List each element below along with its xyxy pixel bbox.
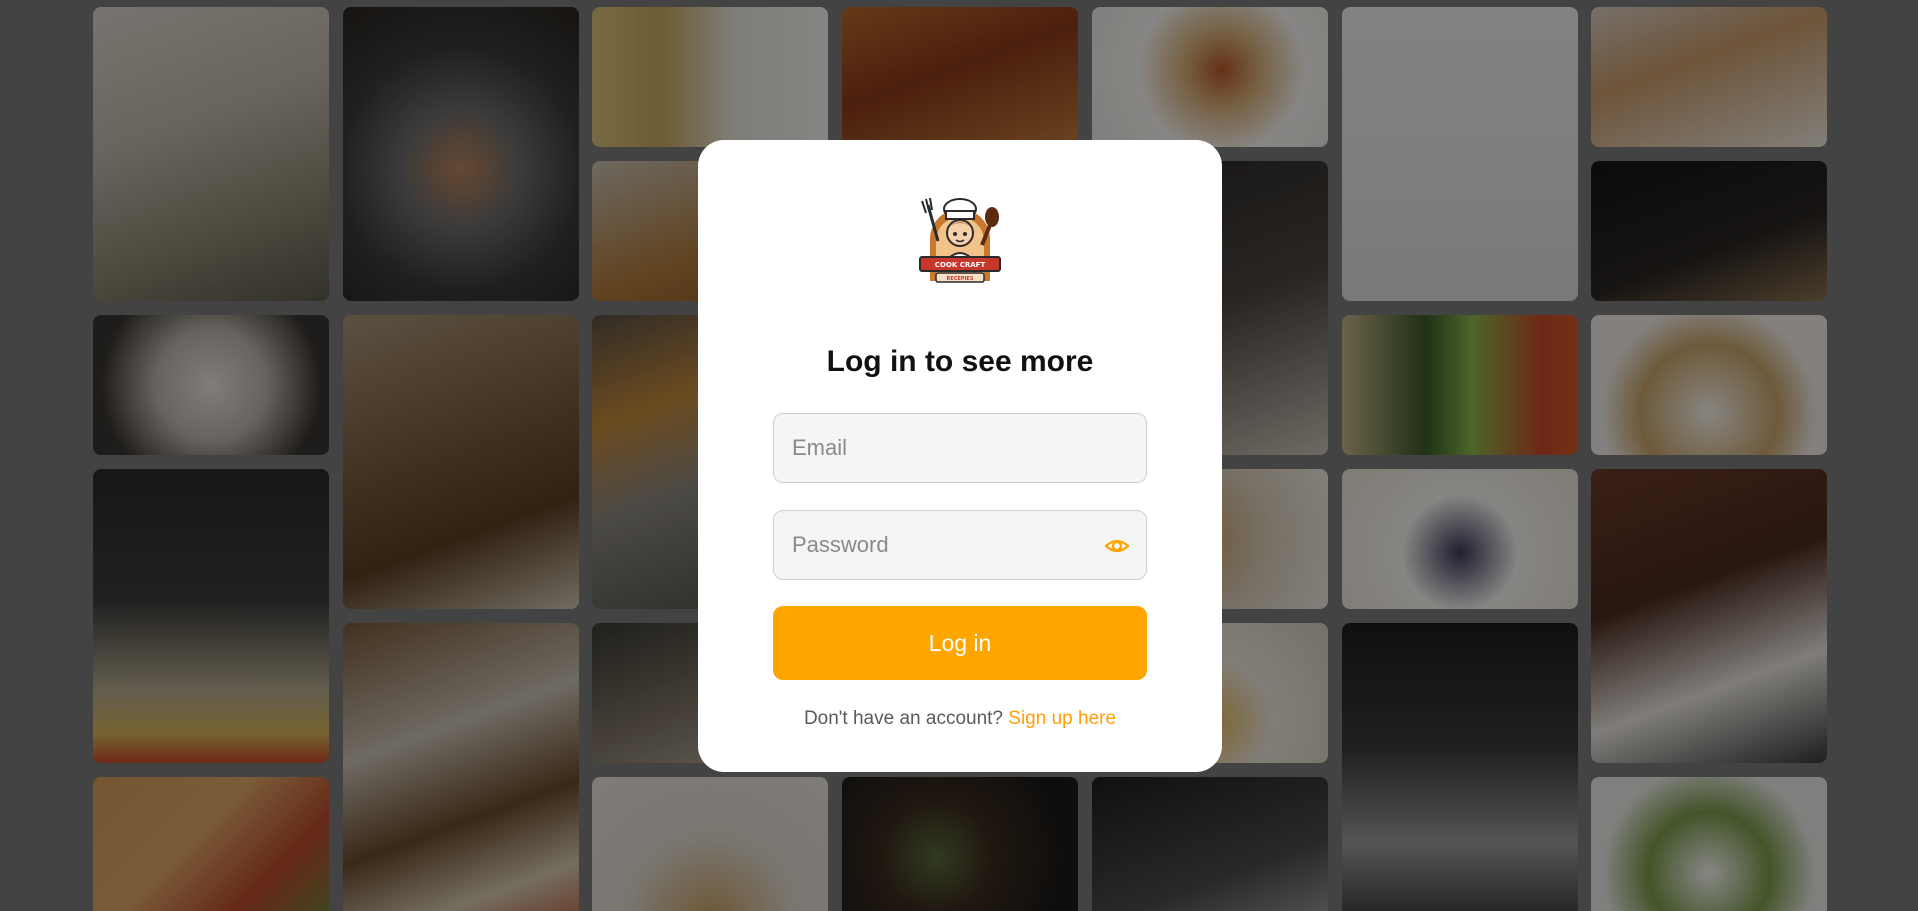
cook-craft-logo: COOK CRAFT RECEPIES	[919, 197, 1001, 283]
signup-prompt-text: Don't have an account?	[803, 708, 1003, 729]
signup-link[interactable]: Sign up here	[1008, 708, 1116, 729]
email-field[interactable]	[773, 413, 1147, 483]
signup-prompt: Don't have an account? Sign up here	[698, 708, 1222, 730]
svg-text:RECEPIES: RECEPIES	[947, 276, 974, 282]
login-modal: COOK CRAFT RECEPIES Log in to see more L…	[698, 140, 1222, 772]
password-field[interactable]	[773, 510, 1147, 580]
login-button[interactable]: Log in	[773, 606, 1147, 680]
email-input[interactable]	[774, 414, 1146, 482]
svg-text:COOK CRAFT: COOK CRAFT	[935, 261, 986, 269]
password-input[interactable]	[774, 511, 1146, 579]
login-title: Log in to see more	[826, 345, 1094, 378]
show-password-eye-icon[interactable]	[1104, 533, 1130, 559]
